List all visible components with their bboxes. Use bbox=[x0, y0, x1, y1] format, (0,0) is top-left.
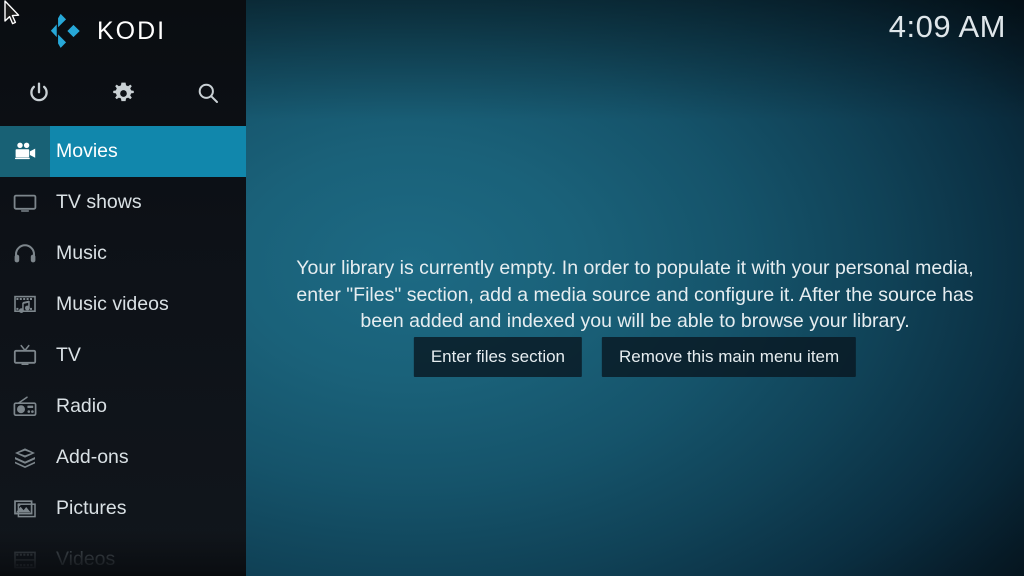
open-box-icon bbox=[0, 432, 50, 483]
kodi-logo: KODI bbox=[48, 12, 166, 50]
tv-antenna-icon bbox=[0, 330, 50, 381]
main-content: Your library is currently empty. In orde… bbox=[246, 0, 1024, 576]
search-icon bbox=[198, 83, 218, 103]
kodi-wordmark: KODI bbox=[97, 17, 167, 45]
radio-icon bbox=[0, 381, 50, 432]
sidebar-item-label: Radio bbox=[56, 394, 107, 417]
sidebar-item-music-videos[interactable]: Music videos bbox=[0, 279, 246, 330]
sidebar-tool-row bbox=[0, 62, 246, 124]
sidebar-item-label: Pictures bbox=[56, 496, 127, 519]
sidebar-menu: Movies TV shows Music Music videos TV Ra… bbox=[0, 126, 246, 576]
sidebar-item-label: TV shows bbox=[56, 190, 142, 213]
sidebar-item-tv-shows[interactable]: TV shows bbox=[0, 177, 246, 228]
search-button[interactable] bbox=[177, 62, 239, 124]
settings-button[interactable] bbox=[92, 62, 154, 124]
sidebar-item-label: Music bbox=[56, 241, 107, 264]
movie-camera-icon bbox=[0, 126, 50, 177]
power-button[interactable] bbox=[8, 62, 70, 124]
sidebar-header: KODI bbox=[0, 0, 246, 62]
headphones-icon bbox=[0, 228, 50, 279]
action-button-row: Enter files section Remove this main men… bbox=[413, 337, 857, 377]
sidebar-item-label: Music videos bbox=[56, 292, 169, 315]
sidebar: KODI Movies TV shows Music Music videos … bbox=[0, 0, 246, 576]
sidebar-item-label: Videos bbox=[56, 547, 116, 570]
sidebar-item-label: Add-ons bbox=[56, 445, 129, 468]
kodi-home-screen: 4:09 AM Your library is currently empty.… bbox=[0, 0, 1024, 576]
sidebar-item-music[interactable]: Music bbox=[0, 228, 246, 279]
monitor-icon bbox=[0, 177, 50, 228]
sidebar-item-add-ons[interactable]: Add-ons bbox=[0, 432, 246, 483]
gear-icon bbox=[112, 82, 134, 101]
enter-files-section-button[interactable]: Enter files section bbox=[413, 337, 583, 377]
power-icon bbox=[30, 82, 48, 102]
clock: 4:09 AM bbox=[888, 9, 1006, 44]
empty-library-message: Your library is currently empty. In orde… bbox=[296, 257, 974, 332]
sidebar-item-radio[interactable]: Radio bbox=[0, 381, 246, 432]
sidebar-item-label: Movies bbox=[56, 139, 118, 162]
film-strip-icon bbox=[0, 534, 50, 576]
sidebar-item-tv[interactable]: TV bbox=[0, 330, 246, 381]
sidebar-item-pictures[interactable]: Pictures bbox=[0, 483, 246, 534]
film-music-icon bbox=[0, 279, 50, 330]
sidebar-item-label: TV bbox=[56, 343, 81, 366]
kodi-logo-icon bbox=[50, 13, 80, 48]
photos-icon bbox=[0, 483, 50, 534]
sidebar-item-movies[interactable]: Movies bbox=[0, 126, 246, 177]
sidebar-item-videos[interactable]: Videos bbox=[0, 534, 246, 576]
remove-main-menu-item-button[interactable]: Remove this main menu item bbox=[602, 337, 857, 377]
